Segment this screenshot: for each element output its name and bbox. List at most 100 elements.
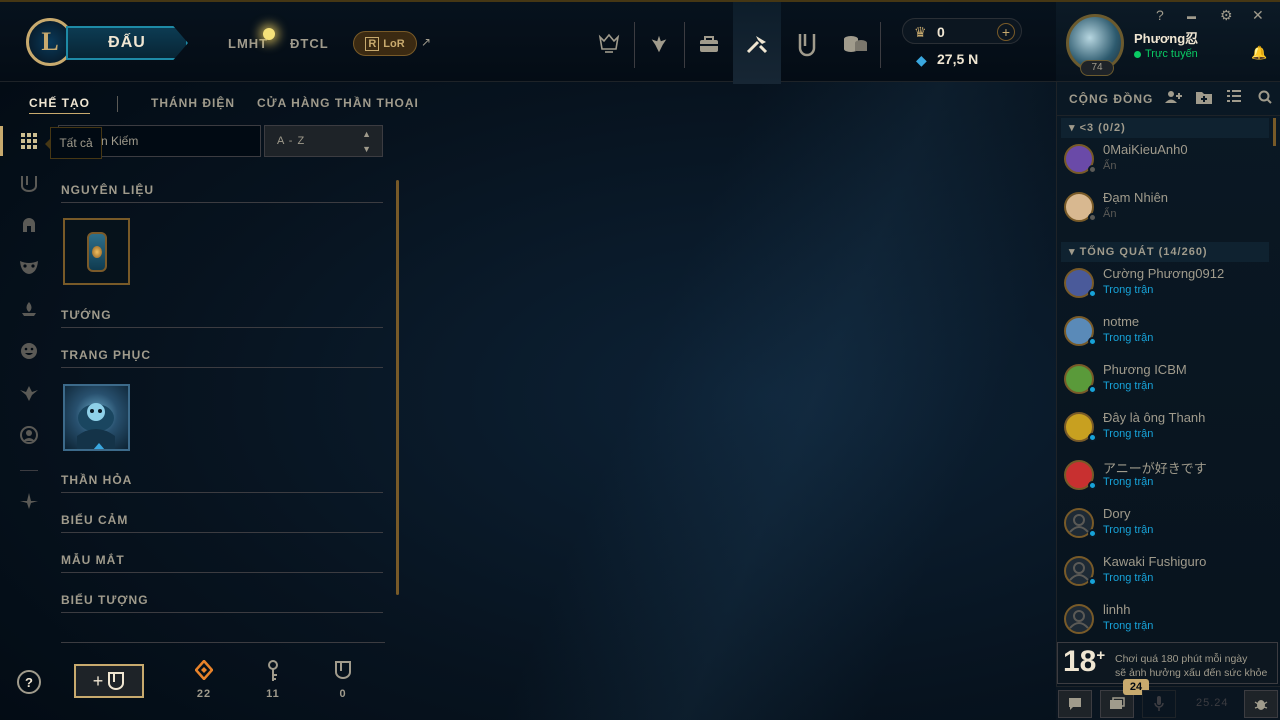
category-icons[interactable]: BIỂU TƯỢNG	[61, 593, 383, 613]
warning-line-2: sẽ ảnh hưởng xấu đến sức khỏe	[1115, 667, 1268, 679]
emote-filter-icon[interactable]	[16, 338, 42, 364]
skin-art-icon	[77, 403, 115, 449]
loot-panel: CHẾ TẠO THÁNH ĐIỆN CỬA HÀNG THẦN THOẠI	[0, 82, 418, 720]
list-view-icon[interactable]	[1227, 90, 1241, 105]
nav-dtcl[interactable]: ĐTCL	[290, 36, 329, 51]
add-folder-icon[interactable]	[1196, 90, 1212, 107]
add-currency-button[interactable]: +	[997, 23, 1015, 41]
social-scrollbar[interactable]	[1273, 118, 1276, 146]
notification-glow-icon	[263, 28, 275, 40]
key-icon	[253, 660, 293, 682]
offline-dot-icon	[1088, 213, 1097, 222]
social-footer: 24 25.24	[1056, 679, 1280, 720]
loot-scrollbar[interactable]	[396, 180, 399, 595]
add-friend-icon[interactable]	[1165, 90, 1183, 107]
be-value: 0	[937, 24, 945, 40]
friend-group-favorites[interactable]: ▾ <3 (0/2)	[1061, 118, 1269, 138]
wallet-keys: 11	[253, 660, 293, 700]
nav-lmht[interactable]: LMHT	[228, 36, 268, 51]
category-eyes[interactable]: MẪU MẮT	[61, 553, 383, 573]
chest-icon	[323, 660, 363, 682]
sort-select[interactable]: A - Z ▲ ▼	[264, 125, 383, 157]
friend-row[interactable]: Phương ICBM Trong trận	[1061, 358, 1271, 402]
ward-filter-icon[interactable]	[16, 296, 42, 322]
chest-filter-icon[interactable]	[16, 170, 42, 196]
close-button[interactable]: ✕	[1252, 7, 1264, 24]
in-game-dot-icon	[1088, 481, 1097, 490]
default-avatar-icon	[1064, 604, 1094, 634]
collection-icon[interactable]	[784, 22, 830, 66]
category-emotes[interactable]: BIỂU CẢM	[61, 513, 383, 533]
worlds-icon[interactable]	[586, 22, 632, 66]
friend-row[interactable]: Đây là ông Thanh Trong trận	[1061, 406, 1271, 450]
settings-button[interactable]: ⚙	[1220, 7, 1233, 24]
crafting-filter-icon[interactable]	[16, 488, 42, 514]
profile-name[interactable]: Phương忍	[1134, 28, 1198, 47]
in-game-dot-icon	[1088, 385, 1097, 394]
level-badge: 74	[1080, 60, 1114, 76]
tft-icon[interactable]	[636, 22, 682, 66]
rarity-triangle-icon	[93, 443, 105, 449]
friend-row[interactable]: アニーが好きです Trong trận	[1061, 454, 1271, 498]
skin-filter-icon[interactable]	[16, 254, 42, 280]
eye-filter-icon[interactable]	[16, 380, 42, 406]
add-chest-button[interactable]: +	[74, 664, 144, 698]
store-icon[interactable]	[686, 22, 732, 66]
age-rating: 18+	[1063, 645, 1106, 678]
nav-divider	[634, 22, 635, 68]
tab-crafting[interactable]: CHẾ TẠO	[29, 96, 90, 114]
bug-report-button[interactable]	[1244, 690, 1278, 718]
coins-icon[interactable]	[832, 22, 878, 66]
icon-filter-icon[interactable]	[16, 422, 42, 448]
friend-row[interactable]: Đạm Nhiên Ẩn	[1061, 186, 1271, 230]
caret-down-icon: ▾	[1069, 246, 1080, 258]
social-panel: CỘNG ĐỒNG ▾ <3 (0/2) 0MaiKieuAnh0 Ẩn Đạm…	[1056, 82, 1280, 720]
lantern-icon	[86, 231, 107, 272]
chat-button[interactable]	[1058, 690, 1092, 718]
notifications-bell-icon[interactable]: 🔔	[1251, 45, 1267, 61]
category-wards[interactable]: THẦN HỎA	[61, 473, 383, 493]
microphone-icon	[1154, 696, 1164, 711]
online-dot-icon	[1134, 50, 1141, 58]
friend-row[interactable]: Kawaki Fushiguro Trong trận	[1061, 550, 1271, 594]
top-bar: L ĐẤU LMHT ĐTCL R LoR ↗ ♛ 0 + ◆ 27,5 N	[0, 0, 1056, 84]
tab-sanctum[interactable]: THÁNH ĐIỆN	[151, 96, 235, 110]
missions-icon	[1110, 697, 1125, 709]
grid-all-icon[interactable]	[16, 128, 42, 154]
minimize-button[interactable]: ▬	[1187, 11, 1196, 21]
friend-row[interactable]: 0MaiKieuAnh0 Ẩn	[1061, 138, 1271, 182]
blue-essence-icon: ♛	[914, 24, 927, 40]
in-game-dot-icon	[1088, 337, 1097, 346]
client-version: 25.24	[1196, 697, 1229, 709]
lor-button[interactable]: R LoR	[353, 31, 417, 56]
voice-button[interactable]	[1142, 690, 1176, 718]
friend-group-general[interactable]: ▾ TỔNG QUÁT (14/260)	[1061, 242, 1269, 262]
nav-divider	[684, 22, 685, 68]
friend-row[interactable]: Cường Phương0912 Trong trận	[1061, 262, 1271, 306]
category-skins[interactable]: TRANG PHỤC	[61, 348, 383, 368]
tab-mythic-shop[interactable]: CỬA HÀNG THẦN THOẠI	[257, 96, 419, 110]
help-circle-button[interactable]: ?	[17, 670, 41, 694]
in-game-dot-icon	[1088, 577, 1097, 586]
lor-icon: R	[365, 36, 380, 51]
search-icon[interactable]	[1258, 90, 1272, 107]
orange-essence-icon	[184, 659, 224, 682]
warning-line-1: Chơi quá 180 phút mỗi ngày	[1115, 653, 1248, 665]
play-button[interactable]: ĐẤU	[66, 26, 188, 60]
chat-icon	[1069, 698, 1081, 710]
wallet-orange-essence: 22	[184, 659, 224, 700]
category-champions[interactable]: TƯỚNG	[61, 308, 383, 328]
friend-row[interactable]: Dory Trong trận	[1061, 502, 1271, 546]
profile-status[interactable]: Trực tuyến	[1134, 48, 1198, 60]
category-materials[interactable]: NGUYÊN LIỆU	[61, 183, 383, 203]
loot-icon[interactable]	[734, 22, 780, 66]
loot-item-skin[interactable]	[63, 384, 130, 451]
friend-row[interactable]: notme Trong trận	[1061, 310, 1271, 354]
champion-filter-icon[interactable]	[16, 212, 42, 238]
sort-arrows-icon: ▲ ▼	[362, 129, 372, 154]
age-warning: 18+ Chơi quá 180 phút mỗi ngày sẽ ảnh hưở…	[1057, 642, 1278, 684]
friend-row[interactable]: linhh Trong trận	[1061, 598, 1271, 640]
loot-item-material[interactable]	[63, 218, 130, 285]
help-button[interactable]: ?	[1156, 7, 1164, 23]
in-game-dot-icon	[1088, 289, 1097, 298]
